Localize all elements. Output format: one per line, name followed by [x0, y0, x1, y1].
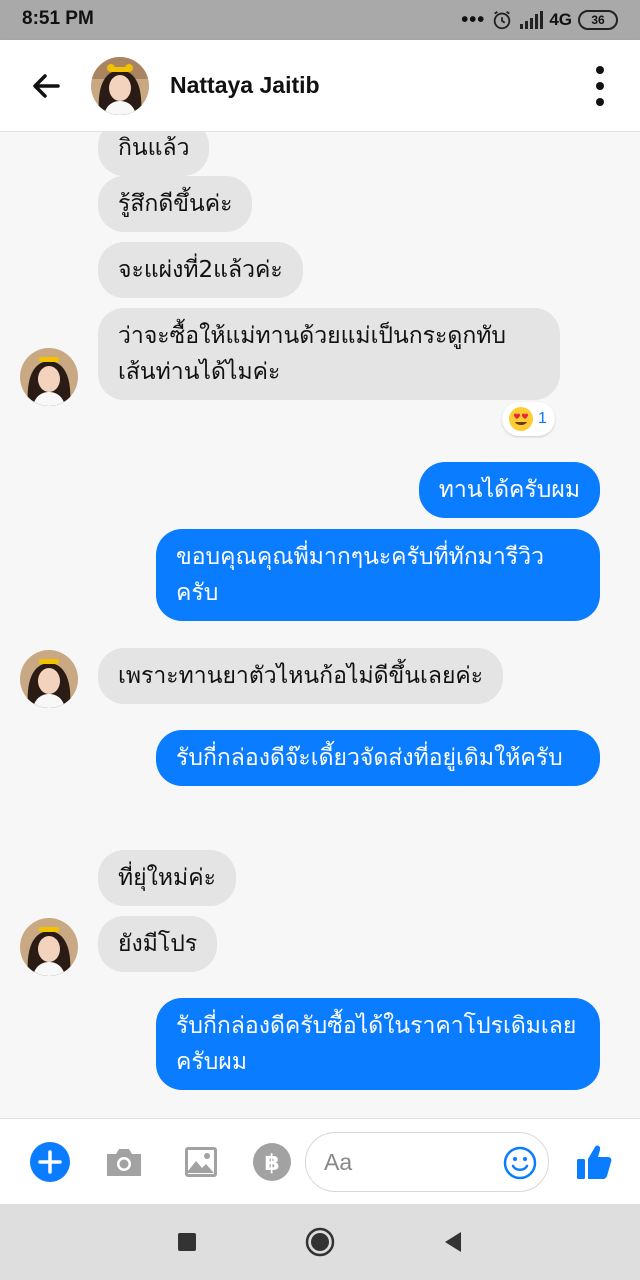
status-icons: ••• 4G 36 — [461, 8, 618, 32]
emoji-icon[interactable] — [502, 1145, 538, 1181]
message-outgoing[interactable]: รับกี่กล่องดีครับซื้อได้ในราคาโปรเดิมเลย… — [156, 998, 600, 1090]
message-incoming[interactable]: ว่าจะซื้อให้แม่ทานด้วยแม่เป็นกระดูกทับเส… — [98, 308, 560, 400]
system-nav-bar — [0, 1204, 640, 1280]
back-arrow-icon[interactable] — [26, 66, 66, 106]
message-incoming[interactable]: รู้สึกดีขึ้นค่ะ — [98, 176, 253, 232]
sender-avatar[interactable] — [20, 918, 78, 976]
more-options-icon[interactable] — [590, 62, 610, 110]
message-incoming[interactable]: ยังมีโปร — [98, 916, 218, 972]
message-incoming[interactable]: ที่ยุ่ใหม่ค่ะ — [98, 850, 236, 906]
sender-avatar[interactable] — [20, 650, 78, 708]
svg-text:฿: ฿ — [264, 1151, 279, 1176]
message-outgoing[interactable]: ขอบคุณคุณพี่มากๆนะครับที่ทักมารีวิวครับ — [156, 529, 600, 621]
payment-baht-icon[interactable]: ฿ — [249, 1139, 295, 1185]
chat-header: Nattaya Jaitib — [0, 40, 640, 132]
message-input-placeholder: Aa — [324, 1149, 353, 1175]
message-incoming[interactable]: จะแผ่งที่2แล้วค่ะ — [98, 242, 303, 298]
battery-icon: 36 — [578, 10, 618, 30]
home-icon[interactable] — [304, 1226, 336, 1258]
contact-avatar[interactable] — [91, 57, 149, 115]
status-time: 8:51 PM — [22, 8, 94, 29]
message-outgoing[interactable]: ทานได้ครับผม — [418, 462, 600, 518]
reaction-count: 1 — [538, 410, 547, 427]
message-reaction[interactable]: 1 — [502, 402, 555, 436]
gallery-icon[interactable] — [178, 1139, 224, 1185]
network-type: 4G — [549, 10, 572, 29]
heart-eyes-emoji-icon — [509, 407, 533, 431]
thumbs-up-icon[interactable] — [572, 1139, 618, 1185]
contact-name[interactable]: Nattaya Jaitib — [170, 72, 320, 99]
message-incoming[interactable]: กินแล้ว — [98, 132, 210, 176]
signal-icon — [520, 11, 544, 29]
message-outgoing[interactable]: รับกี่กล่องดีจ๊ะเดี้ยวจัดส่งที่อยู่เดิมใ… — [156, 730, 600, 786]
message-incoming[interactable]: เพราะทานยาตัวไหนก้อไม่ดีขึ้นเลยค่ะ — [98, 648, 504, 704]
recents-icon[interactable] — [171, 1226, 203, 1258]
notification-dots: ••• — [461, 9, 486, 31]
message-composer: ฿ Aa — [0, 1118, 640, 1204]
message-input[interactable]: Aa — [305, 1132, 549, 1192]
status-bar: 8:51 PM ••• 4G 36 — [0, 0, 640, 40]
message-list[interactable]: กินแล้ว รู้สึกดีขึ้นค่ะ จะแผ่งที่2แล้วค่… — [0, 132, 640, 1118]
plus-icon[interactable] — [27, 1139, 73, 1185]
alarm-icon — [494, 10, 511, 30]
camera-icon[interactable] — [101, 1139, 147, 1185]
back-nav-icon[interactable] — [437, 1226, 469, 1258]
sender-avatar[interactable] — [20, 348, 78, 406]
